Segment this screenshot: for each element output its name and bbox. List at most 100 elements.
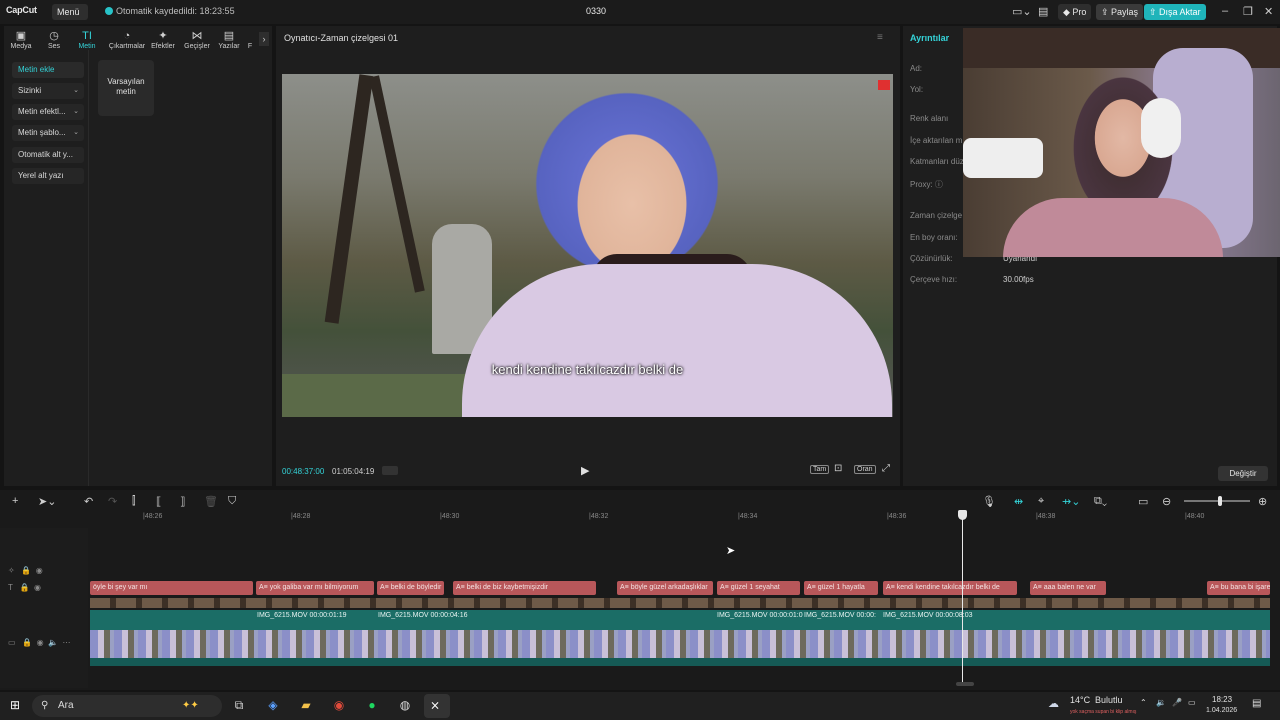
- full-quality-button[interactable]: Tam: [810, 464, 830, 474]
- tab-effects[interactable]: ✦ Efektler: [148, 30, 178, 50]
- caption-clip[interactable]: A≡ aaa balen ne var: [1030, 581, 1106, 595]
- notification-icon[interactable]: ▤: [1252, 698, 1261, 709]
- chrome-icon[interactable]: ◉: [330, 698, 348, 712]
- chevron-right-icon[interactable]: ›: [259, 32, 269, 46]
- sidebar-item-local-captions[interactable]: Yerel alt yazı: [12, 168, 84, 184]
- weather-desc[interactable]: Bulutlu: [1095, 695, 1123, 705]
- caption-clip[interactable]: öyle bi şey var mı: [90, 581, 253, 595]
- caption-clip[interactable]: A≡ güzel 1 hayatla: [804, 581, 878, 595]
- add-icon[interactable]: +: [12, 495, 18, 507]
- chevron-up-icon[interactable]: ⌃: [1140, 698, 1147, 707]
- select-tool-icon[interactable]: ➤⌄: [38, 495, 56, 508]
- speaker-icon[interactable]: 🔈: [48, 638, 58, 647]
- share-button[interactable]: ⇪ Paylaş: [1096, 4, 1144, 20]
- copilot-icon[interactable]: ◈: [264, 698, 282, 712]
- export-button[interactable]: ⇧ Dışa Aktar: [1144, 4, 1206, 20]
- waveform-icon[interactable]: [382, 466, 398, 475]
- playhead[interactable]: [962, 512, 963, 682]
- minimize-icon[interactable]: –: [1222, 5, 1228, 17]
- link-icon[interactable]: ⇹: [1014, 495, 1023, 508]
- ratio-button[interactable]: Oran: [854, 464, 876, 474]
- tab-audio[interactable]: ◷ Ses: [39, 30, 69, 50]
- maximize-icon[interactable]: ❐: [1243, 5, 1253, 18]
- spotify-icon[interactable]: ●: [363, 698, 381, 712]
- shield-icon[interactable]: ⛉: [228, 495, 236, 508]
- text-track-icon: T: [8, 583, 13, 592]
- file-explorer-icon[interactable]: ▰: [297, 698, 315, 712]
- trim-left-icon[interactable]: ⟦: [156, 495, 161, 508]
- microphone-icon[interactable]: 🎙: [982, 495, 996, 508]
- default-text-preset[interactable]: Varsayılan metin: [98, 60, 154, 116]
- lock-icon[interactable]: 🔒: [22, 638, 32, 647]
- caption-clip[interactable]: A≡ böyle güzel arkadaşlıklar: [617, 581, 713, 595]
- layout-icon[interactable]: ▭⌄: [1012, 5, 1032, 18]
- clock-date[interactable]: 1.04.2026: [1206, 707, 1237, 714]
- shortcut-icon[interactable]: ▤: [1038, 5, 1048, 18]
- search-box[interactable]: ⚲ Ara ✦✦: [32, 695, 222, 717]
- clip-label: IMG_6215.MOV 00:00:04:16: [378, 612, 468, 619]
- caption-clip[interactable]: A≡ güzel 1 seyahat: [717, 581, 800, 595]
- mainline-icon[interactable]: ⧉⌄: [1094, 495, 1107, 508]
- more-icon[interactable]: ⋯: [63, 638, 71, 647]
- display-icon[interactable]: ▭: [1188, 698, 1196, 707]
- sidebar-item-text-effects[interactable]: Metin efektl... ⌄: [12, 104, 84, 120]
- player-panel: Oynatıcı-Zaman çizelgesi 01 ≡ kendi kend…: [276, 26, 900, 486]
- delete-icon[interactable]: 🗑: [204, 495, 218, 508]
- lock-icon[interactable]: 🔒: [20, 583, 30, 592]
- weather-temp[interactable]: 14°C: [1070, 695, 1090, 705]
- eye-icon[interactable]: ◉: [34, 583, 41, 592]
- sidebar-item-add-text[interactable]: Metin ekle: [12, 62, 84, 78]
- pro-button[interactable]: ◆ Pro: [1058, 4, 1092, 20]
- zoom-slider-handle[interactable]: [1218, 496, 1222, 506]
- eye-icon[interactable]: ◉: [37, 638, 44, 647]
- caption-icon[interactable]: ▭: [1138, 495, 1148, 508]
- zoom-slider[interactable]: [1184, 500, 1250, 502]
- windows-start-icon[interactable]: ⊞: [6, 698, 24, 712]
- tab-captions[interactable]: ▤ Yazılar: [214, 30, 244, 50]
- details-title: Ayrıntılar: [910, 33, 950, 43]
- lock-icon[interactable]: 🔒: [21, 566, 31, 575]
- sidebar-item-auto-captions[interactable]: Otomatik alt y...: [12, 147, 84, 163]
- video-track[interactable]: IMG_6215.MOV 00:00:01:19 IMG_6215.MOV 00…: [90, 598, 1270, 668]
- video-subtitle[interactable]: kendi kendine takılcazdır belki de: [282, 362, 893, 377]
- effects-icon: ✦: [158, 30, 168, 42]
- mouse-cursor: ➤: [726, 545, 736, 557]
- redo-icon[interactable]: ↷: [108, 495, 117, 508]
- fullscreen-icon[interactable]: ⤢: [882, 463, 890, 474]
- snap-icon[interactable]: ⌖: [1038, 495, 1044, 508]
- clock-time[interactable]: 18:23: [1212, 695, 1232, 704]
- close-icon[interactable]: ✕: [1264, 5, 1273, 18]
- mic-tray-icon[interactable]: 🎤: [1172, 698, 1182, 707]
- caption-clip[interactable]: A≡ belki de böyledir: [377, 581, 444, 595]
- play-button[interactable]: ▶: [581, 464, 589, 477]
- sidebar-item-yours[interactable]: Sizinki ⌄: [12, 83, 84, 99]
- video-preview[interactable]: kendi kendine takılcazdır belki de: [282, 74, 893, 417]
- split-icon[interactable]: ⫿: [132, 495, 136, 508]
- timeline-scrollbar[interactable]: [956, 682, 974, 686]
- magic-icon[interactable]: ✧: [8, 566, 15, 575]
- caption-clip[interactable]: A≡ bu bana bi işare: [1207, 581, 1270, 595]
- task-view-icon[interactable]: ⧉: [230, 698, 248, 713]
- tab-text[interactable]: TI Metin: [72, 30, 102, 50]
- tab-media[interactable]: ▣ Medya: [6, 30, 36, 50]
- tab-filters[interactable]: F: [244, 30, 256, 50]
- preview-axis-icon[interactable]: ⇸⌄: [1062, 495, 1080, 508]
- caption-clip[interactable]: A≡ kendi kendine takılcazdır belki de: [883, 581, 1017, 595]
- undo-icon[interactable]: ↶: [84, 495, 93, 508]
- caption-clip[interactable]: A≡ belki de biz kaybetmişizdir: [453, 581, 596, 595]
- caption-clip[interactable]: A≡ yok galiba var mı bilmiyorum: [256, 581, 374, 595]
- menu-icon[interactable]: ≡: [877, 32, 883, 43]
- zoom-out-icon[interactable]: ⊖: [1162, 495, 1171, 508]
- capcut-taskbar-button[interactable]: ⨯: [424, 694, 450, 718]
- sidebar-item-text-templates[interactable]: Metin şablo... ⌄: [12, 125, 84, 141]
- eye-icon[interactable]: ◉: [36, 566, 43, 575]
- zoom-in-icon[interactable]: ⊕: [1258, 495, 1267, 508]
- obs-icon[interactable]: ◍: [396, 698, 414, 712]
- menu-button[interactable]: Menü ⌄: [52, 4, 88, 33]
- volume-icon[interactable]: 🔉: [1156, 698, 1166, 707]
- snapshot-icon[interactable]: ⊡: [834, 463, 842, 474]
- trim-right-icon[interactable]: ⟧: [180, 495, 185, 508]
- tab-transitions[interactable]: ⋈ Geçişler: [182, 30, 212, 50]
- change-button[interactable]: Değiştir: [1218, 466, 1268, 481]
- tab-stickers[interactable]: ◔ Çıkartmalar: [108, 30, 146, 50]
